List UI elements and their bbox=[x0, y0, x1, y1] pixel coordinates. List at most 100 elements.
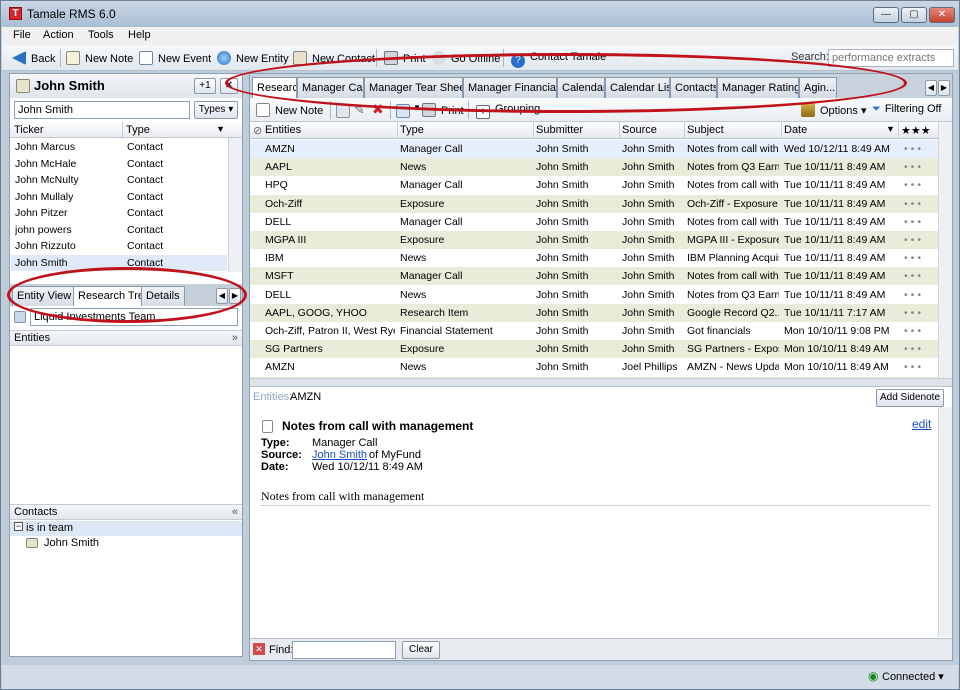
go-offline-button[interactable]: Go Offline bbox=[432, 51, 500, 65]
contact-tamale-button[interactable]: ? Contact Tamale bbox=[511, 51, 606, 68]
collapse-icon[interactable]: » bbox=[232, 332, 238, 344]
tab-scroll-right-button[interactable]: ▶ bbox=[938, 80, 950, 96]
rating-dots[interactable]: ••• bbox=[904, 289, 924, 301]
rating-dots[interactable]: ••• bbox=[904, 252, 924, 264]
table-row[interactable]: MSFT Manager Call John Smith John Smith Note… bbox=[250, 267, 938, 286]
list-item[interactable]: John McNulty Contact bbox=[11, 172, 227, 189]
rating-dots[interactable]: ••• bbox=[904, 307, 924, 319]
rating-dots[interactable]: ••• bbox=[904, 361, 924, 373]
tab-contacts[interactable]: Contacts bbox=[670, 77, 717, 98]
copy-icon[interactable] bbox=[336, 104, 350, 118]
rating-dots[interactable]: ••• bbox=[904, 216, 924, 228]
add-sidenote-button[interactable]: Add Sidenote bbox=[876, 389, 944, 407]
types-dropdown[interactable]: Types ▾ bbox=[194, 101, 238, 119]
submitter-column-header[interactable]: Submitter bbox=[536, 124, 583, 136]
print-button[interactable]: Print bbox=[384, 51, 426, 65]
ticker-column-header[interactable]: Ticker bbox=[14, 124, 44, 136]
type-column-header[interactable]: Type bbox=[126, 124, 150, 136]
table-row[interactable]: Och-Ziff, Patron II, West Rye... Financia… bbox=[250, 322, 938, 340]
type-column-header[interactable]: Type bbox=[400, 124, 424, 136]
table-row[interactable]: AAPL News John Smith John Smith Notes from Q… bbox=[250, 158, 938, 177]
rating-dots[interactable]: ••• bbox=[904, 161, 924, 173]
dropdown-arrow-icon[interactable]: ▼ bbox=[413, 103, 421, 112]
date-column-header[interactable]: Date bbox=[784, 124, 807, 136]
clear-button[interactable]: Clear bbox=[402, 641, 440, 659]
close-find-icon[interactable]: ✕ bbox=[253, 643, 265, 655]
search-input[interactable] bbox=[828, 49, 954, 67]
menu-tools[interactable]: Tools bbox=[88, 29, 114, 41]
collapse-icon[interactable]: « bbox=[232, 506, 238, 518]
table-row[interactable]: MGPA III Exposure John Smith John Smith MGPA… bbox=[250, 231, 938, 249]
table-row[interactable]: SG Partners Exposure John Smith John Smith S… bbox=[250, 340, 938, 359]
table-row[interactable]: AAPL, GOOG, YHOO Research Item John Smith J… bbox=[250, 303, 938, 322]
tab-calendar-list[interactable]: Calendar List bbox=[605, 77, 670, 98]
detail-scrollbar[interactable] bbox=[938, 407, 952, 637]
list-item[interactable]: John Marcus Contact bbox=[11, 139, 227, 156]
table-row[interactable]: AMZN Manager Call John Smith John Smith Note… bbox=[250, 140, 938, 158]
sort-desc-icon[interactable]: ▼ bbox=[886, 124, 895, 134]
menu-help[interactable]: Help bbox=[128, 29, 151, 41]
find-input[interactable] bbox=[292, 641, 396, 659]
connection-status[interactable]: Connected ▾ bbox=[882, 670, 944, 683]
rating-dots[interactable]: ••• bbox=[904, 343, 924, 355]
list-item[interactable]: John Smith Contact bbox=[11, 254, 227, 271]
contact-list-scrollbar[interactable] bbox=[228, 138, 242, 272]
back-button[interactable]: Back bbox=[12, 51, 55, 65]
rating-dots[interactable]: ••• bbox=[904, 179, 924, 191]
list-item[interactable]: john powers Contact bbox=[11, 222, 227, 239]
new-entity-button[interactable]: New Entity bbox=[217, 51, 289, 65]
rating-column-header[interactable]: ★★★ bbox=[901, 124, 931, 137]
plus-one-button[interactable]: +1 bbox=[194, 78, 216, 94]
menu-action[interactable]: Action bbox=[43, 29, 74, 41]
entities-column-header[interactable]: Entities bbox=[265, 124, 301, 136]
delete-icon[interactable]: ✖ bbox=[372, 101, 384, 118]
table-row[interactable]: AMZN News John Smith Joel Phillips AMZN - Ne… bbox=[250, 358, 938, 376]
table-row[interactable]: Och-Ziff Exposure John Smith John Smith Och-… bbox=[250, 194, 938, 213]
tab-scroll-left-button[interactable]: ◀ bbox=[925, 80, 937, 96]
close-button[interactable]: ✕ bbox=[929, 7, 955, 23]
source-link[interactable]: John Smith bbox=[312, 449, 367, 461]
grouping-button[interactable]: + Grouping bbox=[476, 103, 540, 119]
rating-dots[interactable]: ••• bbox=[904, 198, 924, 210]
collapse-tree-icon[interactable]: − bbox=[14, 522, 23, 531]
research-grid-scrollbar[interactable] bbox=[938, 122, 952, 378]
source-column-header[interactable]: Source bbox=[622, 124, 657, 136]
list-item[interactable]: John Rizzuto Contact bbox=[11, 238, 227, 255]
filter-button[interactable]: ⏷ Filtering Off bbox=[872, 103, 941, 116]
tab-entity-view[interactable]: Entity View bbox=[12, 286, 77, 306]
team-field[interactable] bbox=[30, 308, 238, 326]
new-event-button[interactable]: New Event bbox=[139, 51, 211, 65]
contact-search-input[interactable] bbox=[14, 101, 190, 119]
edit-pencil-icon[interactable]: ✎ bbox=[354, 102, 365, 118]
splitter[interactable] bbox=[250, 378, 952, 386]
table-row[interactable]: IBM News John Smith John Smith IBM Planning … bbox=[250, 249, 938, 267]
tab-manager-financials[interactable]: Manager Financials bbox=[463, 77, 557, 98]
tab-manager-ratings[interactable]: Manager Ratings bbox=[717, 77, 799, 98]
rating-dots[interactable]: ••• bbox=[904, 270, 924, 282]
rating-dots[interactable]: ••• bbox=[904, 325, 924, 337]
tab-calendar[interactable]: Calendar bbox=[557, 77, 605, 98]
filter-arrow-icon[interactable]: ▼ bbox=[216, 124, 225, 134]
table-row[interactable]: DELL Manager Call John Smith John Smith Note… bbox=[250, 213, 938, 231]
rating-dots[interactable]: ••• bbox=[904, 143, 924, 155]
entities-section-header[interactable]: Entities » bbox=[10, 330, 242, 346]
table-row[interactable]: HPQ Manager Call John Smith John Smith Notes… bbox=[250, 176, 938, 194]
tab-manager-call[interactable]: Manager Call bbox=[297, 77, 364, 98]
tab-manager-tear-sheet[interactable]: Manager Tear Sheet bbox=[364, 77, 463, 98]
team-group-row[interactable]: − is in team bbox=[10, 521, 242, 536]
contacts-section-header[interactable]: Contacts « bbox=[10, 504, 242, 520]
maximize-button[interactable]: ▢ bbox=[901, 7, 927, 23]
minimize-button[interactable]: — bbox=[873, 7, 899, 23]
team-member-row[interactable]: John Smith bbox=[24, 536, 224, 551]
email-icon[interactable] bbox=[396, 104, 410, 118]
list-item[interactable]: John Pitzer Contact bbox=[11, 205, 227, 222]
print-button[interactable]: Print bbox=[422, 103, 464, 117]
new-note-button[interactable]: New Note bbox=[256, 103, 323, 117]
tab-scroll-left-button[interactable]: ◀ bbox=[216, 288, 228, 304]
attachment-icon[interactable]: ⊘ bbox=[253, 124, 262, 137]
new-contact-button[interactable]: New Contact bbox=[293, 51, 375, 65]
close-person-button[interactable]: ✕ bbox=[220, 78, 238, 94]
edit-link[interactable]: edit bbox=[912, 417, 931, 431]
rating-dots[interactable]: ••• bbox=[904, 234, 924, 246]
table-row[interactable]: DELL News John Smith John Smith Notes from Q… bbox=[250, 286, 938, 304]
